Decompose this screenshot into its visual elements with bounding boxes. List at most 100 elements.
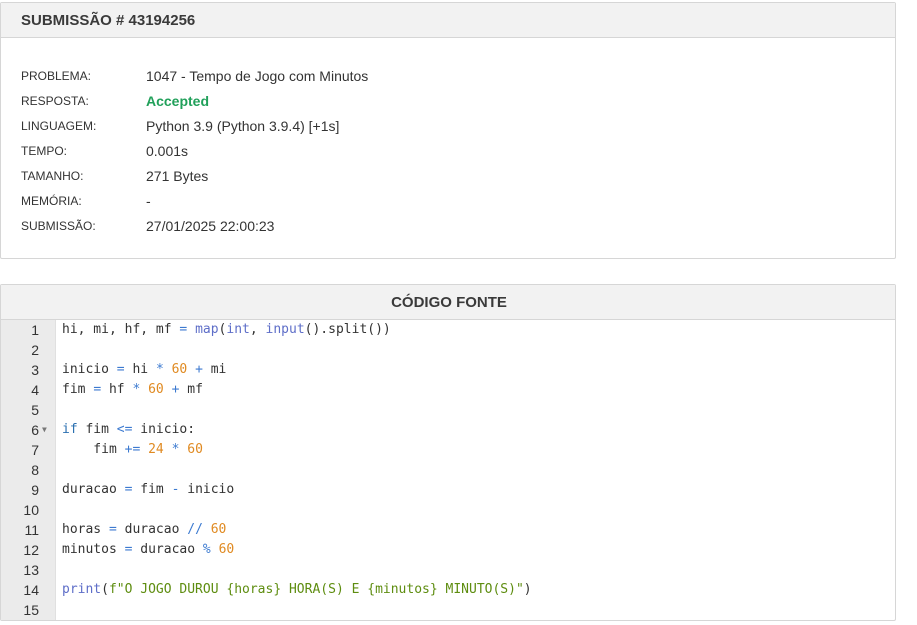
info-label: RESPOSTA: [21,93,89,108]
code-token: fim [132,482,172,497]
code-token: 60 [218,542,235,557]
line-number: 14 [23,582,39,598]
line-number: 1 [31,322,39,338]
code-text: print(f"O JOGO DUROU {horas} HORA(S) E {… [62,580,532,600]
code-line: 9 duracao = fim - inicio [1,480,895,500]
line-number: 4 [31,382,39,398]
line-number: 7 [31,442,39,458]
fold-arrow-icon[interactable]: ▼ [42,420,54,440]
code-token: % [202,542,211,557]
code-editor[interactable]: 1 hi, mi, hf, mf = map(int, input().split… [1,320,895,620]
code-token: = [108,522,117,537]
code-token: fim [62,442,125,457]
info-row: PROBLEMA: 1047 - Tempo de Jogo com Minuto… [21,63,368,88]
line-number: 11 [24,522,39,538]
code-line: 5 [1,400,895,420]
code-token: 60 [210,522,227,537]
code-line: 15 [1,600,895,620]
info-label: TAMANHO: [21,168,84,183]
submission-details: PROBLEMA: 1047 - Tempo de Jogo com Minuto… [21,63,368,238]
code-token: = [93,382,102,397]
info-label: LINGUAGEM: [21,118,97,133]
info-value: - [146,192,151,209]
code-token: hf [101,382,133,397]
code-line: 3 inicio = hi * 60 + mi [1,360,895,380]
code-token: , [249,322,266,337]
code-line: 14 print(f"O JOGO DUROU {horas} HORA(S) E… [1,580,895,600]
line-number: 12 [23,542,39,558]
line-number: 9 [31,482,39,498]
code-token: duracao [116,522,188,537]
code-text: inicio = hi * 60 + mi [62,360,226,380]
line-number: 5 [31,402,39,418]
info-row: LINGUAGEM: Python 3.9 (Python 3.9.4) [+1s… [21,113,368,138]
code-line: 13 [1,560,895,580]
info-value: 1047 - Tempo de Jogo com Minutos [146,67,369,84]
code-text: fim = hf * 60 + mf [62,380,203,400]
info-row: TEMPO: 0.001s [21,138,368,163]
code-token: horas [62,522,109,537]
line-number: 2 [31,342,39,358]
line-number: 15 [23,602,39,618]
code-token: = [116,362,125,377]
code-token: <= [116,422,133,437]
code-line: 11 horas = duracao // 60 [1,520,895,540]
code-token: inicio [179,482,235,497]
source-code-panel: CÓDIGO FONTE 1 hi, mi, hf, mf = map(int, … [0,284,896,621]
code-token: print [62,582,102,597]
info-label: SUBMISSÃO: [21,218,96,233]
code-token: fim [62,382,94,397]
info-value: 27/01/2025 22:00:23 [146,217,275,234]
submission-title: SUBMISSÃO # 43194256 [1,3,895,38]
code-token: inicio: [132,422,196,437]
code-token: map [195,322,219,337]
code-line: 8 [1,460,895,480]
code-token: int [226,322,250,337]
line-number: 3 [31,362,39,378]
code-line: 1 hi, mi, hf, mf = map(int, input().split… [1,320,895,340]
code-token: duracao [132,542,203,557]
info-value: 0.001s [146,142,189,159]
code-line: 12 minutos = duracao % 60 [1,540,895,560]
info-row: MEMÓRIA: - [21,188,368,213]
code-text: hi, mi, hf, mf = map(int, input().split(… [62,320,391,340]
code-token: + [195,362,203,377]
code-token: 60 [187,442,203,457]
code-token: ().split()) [304,322,391,337]
code-token: ) [523,582,532,597]
line-number: 6 [31,422,39,438]
line-number: 8 [31,462,39,478]
code-token: if [62,422,78,437]
code-token: duracao [62,482,125,497]
code-token: f"O JOGO DUROU {horas} HORA(S) E {minuto… [108,582,524,597]
code-token: 24 [148,442,164,457]
code-token: mf [179,382,203,397]
code-token: ( [101,582,109,597]
code-token: mi [202,362,227,377]
code-text: fim += 24 * 60 [62,440,203,460]
code-token: hi [124,362,156,377]
code-lines: 1 hi, mi, hf, mf = map(int, input().split… [1,320,895,620]
status-accepted: Accepted [146,92,210,109]
info-value: 271 Bytes [146,167,209,184]
code-token: hi, mi, hf, mf [62,322,180,337]
info-value: Python 3.9 (Python 3.9.4) [+1s] [146,117,340,134]
code-token: fim [77,422,117,437]
code-line: 7 fim += 24 * 60 [1,440,895,460]
info-label: TEMPO: [21,143,68,158]
code-token: input [265,322,305,337]
code-token: inicio [62,362,117,377]
info-row: TAMANHO: 271 Bytes [21,163,368,188]
info-row: SUBMISSÃO: 27/01/2025 22:00:23 [21,213,368,238]
submission-panel: SUBMISSÃO # 43194256 PROBLEMA: 1047 - Tem… [0,2,896,259]
source-code-title: CÓDIGO FONTE [1,285,895,320]
line-number: 10 [23,502,39,518]
